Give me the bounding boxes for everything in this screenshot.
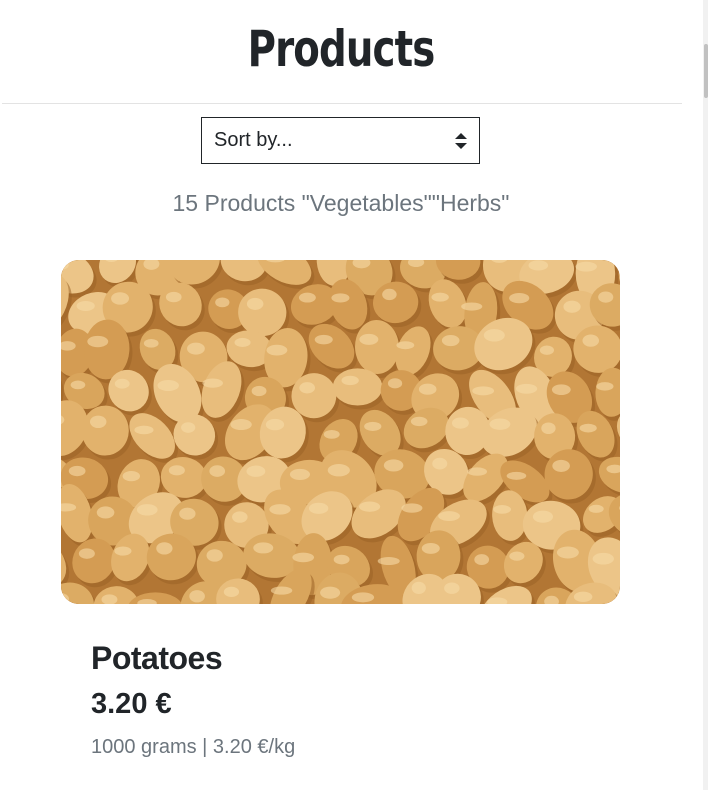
scrollbar-track[interactable] bbox=[703, 0, 708, 790]
title-divider bbox=[2, 103, 682, 104]
sort-select[interactable]: Sort by... bbox=[201, 117, 480, 164]
main-content: Products Sort by... 15 Products "Vegetab… bbox=[0, 0, 682, 790]
product-price: 3.20 € bbox=[91, 688, 172, 720]
page-title: Products bbox=[247, 20, 436, 78]
page: Products Sort by... 15 Products "Vegetab… bbox=[0, 0, 708, 790]
scrollbar-thumb[interactable] bbox=[704, 44, 708, 98]
potatoes-photo bbox=[61, 260, 620, 604]
sort-arrows-icon bbox=[455, 132, 467, 150]
result-count: 15 Products "Vegetables""Herbs" bbox=[172, 190, 510, 216]
product-unit-info: 1000 grams | 3.20 €/kg bbox=[91, 736, 296, 758]
sort-select-label: Sort by... bbox=[214, 129, 293, 151]
product-name[interactable]: Potatoes bbox=[91, 640, 223, 677]
product-image-potatoes[interactable] bbox=[61, 260, 620, 604]
